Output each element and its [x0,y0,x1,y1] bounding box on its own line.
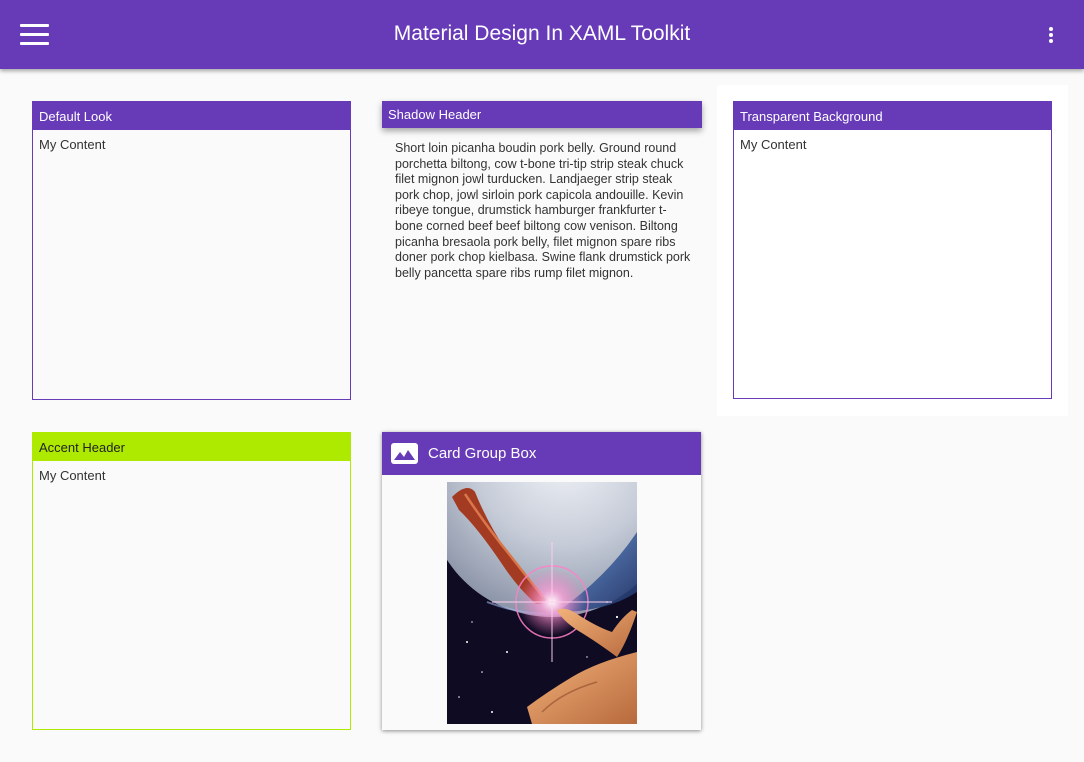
dots-vertical-icon[interactable] [1040,24,1062,46]
group-box-shadow-header: Shadow Header [382,101,702,128]
group-box-header: Transparent Background [734,102,1051,130]
app-title: Material Design In XAML Toolkit [393,22,691,45]
group-box-header: Accent Header [33,433,350,461]
group-box-content: My Content [39,468,106,483]
group-box-header: Default Look [33,102,350,130]
image-icon [391,443,418,464]
group-box-default-look: Default Look My Content [32,101,351,400]
space-hand-poster-image [447,482,637,724]
group-box-accent-header: Accent Header My Content [32,432,351,730]
group-box-transparent-background: Transparent Background My Content [733,101,1052,399]
card-group-box-header: Card Group Box [382,432,701,475]
card-group-box: Card Group Box [382,432,701,730]
app-bar: Material Design In XAML Toolkit [0,0,1084,69]
group-box-shadow-content: Short loin picanha boudin pork belly. Gr… [395,141,691,280]
group-box-content: My Content [740,137,807,152]
group-box-content: My Content [39,137,106,152]
card-group-box-title: Card Group Box [428,445,537,462]
